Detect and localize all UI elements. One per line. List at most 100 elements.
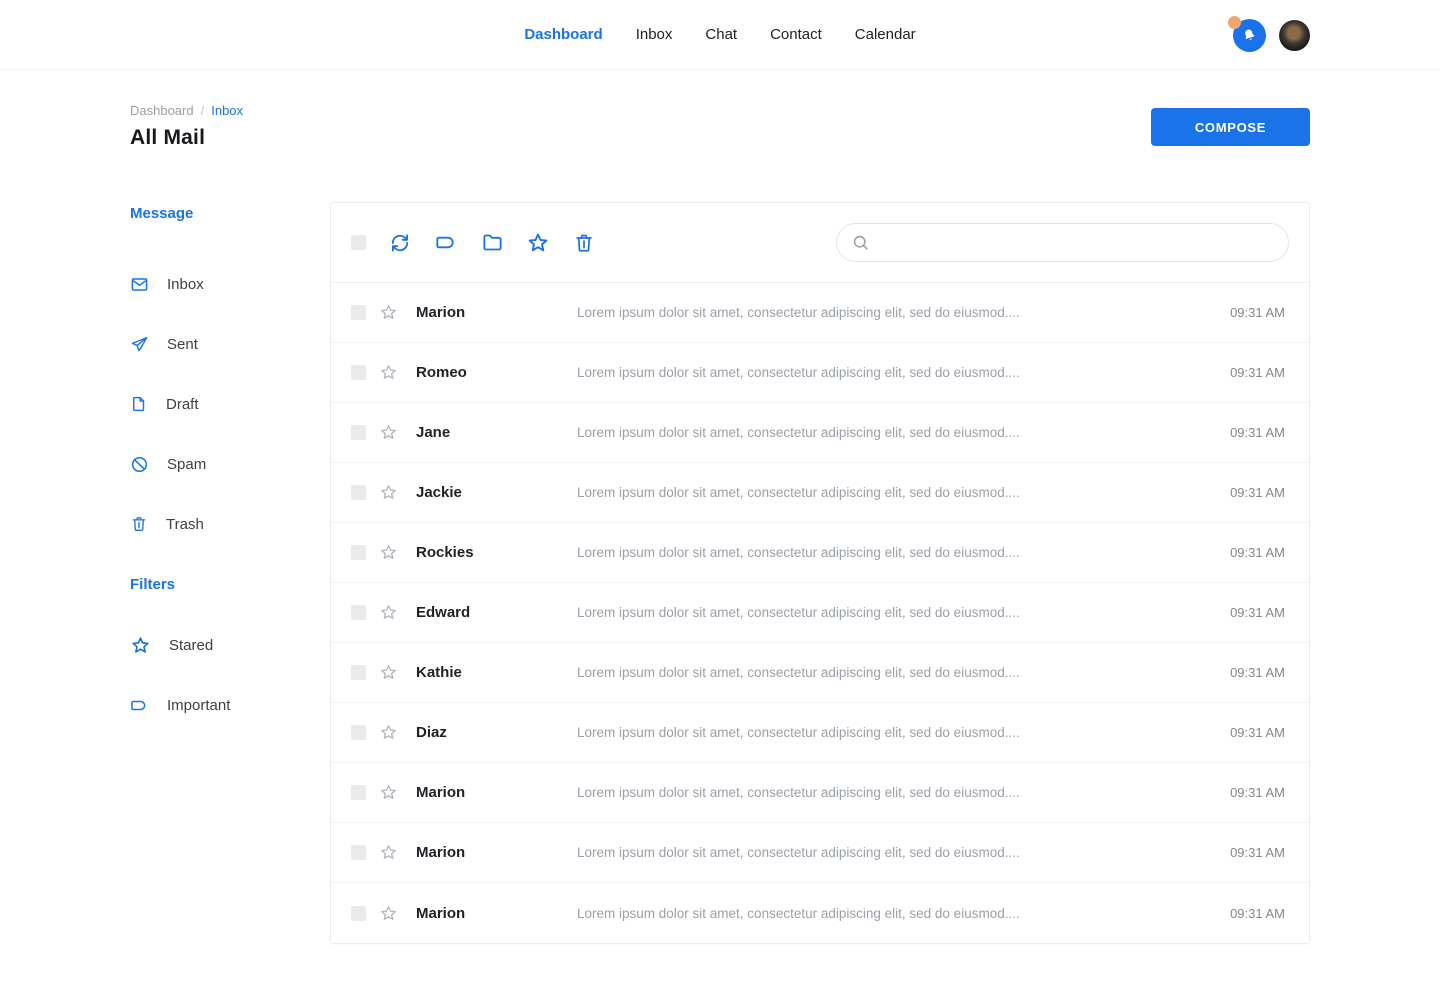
sidebar-item-label: Important <box>167 697 230 714</box>
label-button[interactable] <box>433 230 459 256</box>
nav-item-calendar[interactable]: Calendar <box>855 26 916 43</box>
mail-preview: Lorem ipsum dolor sit amet, consectetur … <box>577 906 1214 921</box>
row-checkbox[interactable] <box>351 785 366 800</box>
star-icon[interactable] <box>379 843 398 862</box>
row-checkbox[interactable] <box>351 845 366 860</box>
delete-button[interactable] <box>571 230 597 256</box>
mail-time: 09:31 AM <box>1230 906 1285 921</box>
mail-time: 09:31 AM <box>1230 845 1285 860</box>
mail-time: 09:31 AM <box>1230 365 1285 380</box>
mail-time: 09:31 AM <box>1230 605 1285 620</box>
mail-time: 09:31 AM <box>1230 725 1285 740</box>
mail-preview: Lorem ipsum dolor sit amet, consectetur … <box>577 485 1214 500</box>
mail-time: 09:31 AM <box>1230 485 1285 500</box>
sidebar-item-draft[interactable]: Draft <box>130 374 330 434</box>
folder-icon <box>481 231 504 254</box>
mail-row[interactable]: Marion Lorem ipsum dolor sit amet, conse… <box>331 283 1309 343</box>
star-icon <box>526 231 550 255</box>
mail-sender: Romeo <box>416 364 577 381</box>
mail-preview: Lorem ipsum dolor sit amet, consectetur … <box>577 665 1214 680</box>
search-icon <box>851 233 870 252</box>
mail-sender: Kathie <box>416 664 577 681</box>
star-icon[interactable] <box>379 603 398 622</box>
sidebar-item-important[interactable]: Important <box>130 675 330 735</box>
mail-preview: Lorem ipsum dolor sit amet, consectetur … <box>577 305 1214 320</box>
select-all-checkbox[interactable] <box>351 235 366 250</box>
nav-item-chat[interactable]: Chat <box>705 26 737 43</box>
avatar[interactable] <box>1279 20 1310 51</box>
star-icon[interactable] <box>379 723 398 742</box>
mail-sender: Edward <box>416 604 577 621</box>
mail-sender: Marion <box>416 905 577 922</box>
sidebar-item-spam[interactable]: Spam <box>130 434 330 494</box>
mail-list-card: Marion Lorem ipsum dolor sit amet, conse… <box>330 202 1310 944</box>
breadcrumb-inbox[interactable]: Inbox <box>211 103 243 118</box>
mail-row[interactable]: Jane Lorem ipsum dolor sit amet, consect… <box>331 403 1309 463</box>
row-checkbox[interactable] <box>351 365 366 380</box>
notification-bell-button[interactable] <box>1233 19 1266 52</box>
mail-row[interactable]: Marion Lorem ipsum dolor sit amet, conse… <box>331 763 1309 823</box>
mail-row[interactable]: Jackie Lorem ipsum dolor sit amet, conse… <box>331 463 1309 523</box>
star-icon <box>130 635 151 656</box>
star-icon[interactable] <box>379 363 398 382</box>
mail-time: 09:31 AM <box>1230 545 1285 560</box>
nav-item-inbox[interactable]: Inbox <box>636 26 673 43</box>
mail-preview: Lorem ipsum dolor sit amet, consectetur … <box>577 785 1214 800</box>
mail-preview: Lorem ipsum dolor sit amet, consectetur … <box>577 365 1214 380</box>
mail-time: 09:31 AM <box>1230 785 1285 800</box>
mail-time: 09:31 AM <box>1230 305 1285 320</box>
sidebar-item-sent[interactable]: Sent <box>130 314 330 374</box>
row-checkbox[interactable] <box>351 725 366 740</box>
sidebar-item-trash[interactable]: Trash <box>130 494 330 554</box>
mail-preview: Lorem ipsum dolor sit amet, consectetur … <box>577 725 1214 740</box>
row-checkbox[interactable] <box>351 305 366 320</box>
star-icon[interactable] <box>379 303 398 322</box>
mail-row[interactable]: Romeo Lorem ipsum dolor sit amet, consec… <box>331 343 1309 403</box>
sidebar: Message Inbox Sent Draft Spam <box>130 202 330 735</box>
row-checkbox[interactable] <box>351 665 366 680</box>
mail-sender: Jackie <box>416 484 577 501</box>
row-checkbox[interactable] <box>351 485 366 500</box>
mail-sender: Rockies <box>416 544 577 561</box>
draft-icon <box>130 395 148 413</box>
mail-row[interactable]: Marion Lorem ipsum dolor sit amet, conse… <box>331 823 1309 883</box>
spam-icon <box>130 455 149 474</box>
compose-button[interactable]: COMPOSE <box>1151 108 1310 146</box>
row-checkbox[interactable] <box>351 605 366 620</box>
sidebar-item-label: Trash <box>166 516 204 533</box>
star-button[interactable] <box>525 230 551 256</box>
star-icon[interactable] <box>379 663 398 682</box>
mail-icon <box>130 275 149 294</box>
mail-row[interactable]: Rockies Lorem ipsum dolor sit amet, cons… <box>331 523 1309 583</box>
mail-sender: Jane <box>416 424 577 441</box>
search-box <box>836 223 1289 262</box>
nav-item-dashboard[interactable]: Dashboard <box>524 26 602 43</box>
star-icon[interactable] <box>379 483 398 502</box>
main-nav: Dashboard Inbox Chat Contact Calendar <box>524 26 915 43</box>
refresh-button[interactable] <box>387 230 413 256</box>
mail-row[interactable]: Kathie Lorem ipsum dolor sit amet, conse… <box>331 643 1309 703</box>
row-checkbox[interactable] <box>351 906 366 921</box>
mail-row[interactable]: Edward Lorem ipsum dolor sit amet, conse… <box>331 583 1309 643</box>
mail-sender: Marion <box>416 784 577 801</box>
search-input[interactable] <box>879 235 1274 251</box>
star-icon[interactable] <box>379 423 398 442</box>
breadcrumb-dashboard[interactable]: Dashboard <box>130 103 194 118</box>
mail-row[interactable]: Marion Lorem ipsum dolor sit amet, conse… <box>331 883 1309 943</box>
star-icon[interactable] <box>379 904 398 923</box>
trash-icon <box>573 232 595 254</box>
mail-toolbar <box>331 203 1309 283</box>
nav-item-contact[interactable]: Contact <box>770 26 822 43</box>
sidebar-item-inbox[interactable]: Inbox <box>130 254 330 314</box>
sidebar-section-filters: Filters <box>130 576 330 593</box>
sidebar-item-stared[interactable]: Stared <box>130 615 330 675</box>
folder-button[interactable] <box>479 230 505 256</box>
trash-icon <box>130 515 148 533</box>
row-checkbox[interactable] <box>351 545 366 560</box>
row-checkbox[interactable] <box>351 425 366 440</box>
star-icon[interactable] <box>379 543 398 562</box>
mail-row[interactable]: Diaz Lorem ipsum dolor sit amet, consect… <box>331 703 1309 763</box>
star-icon[interactable] <box>379 783 398 802</box>
bell-icon <box>1239 24 1260 45</box>
label-icon <box>130 696 149 715</box>
